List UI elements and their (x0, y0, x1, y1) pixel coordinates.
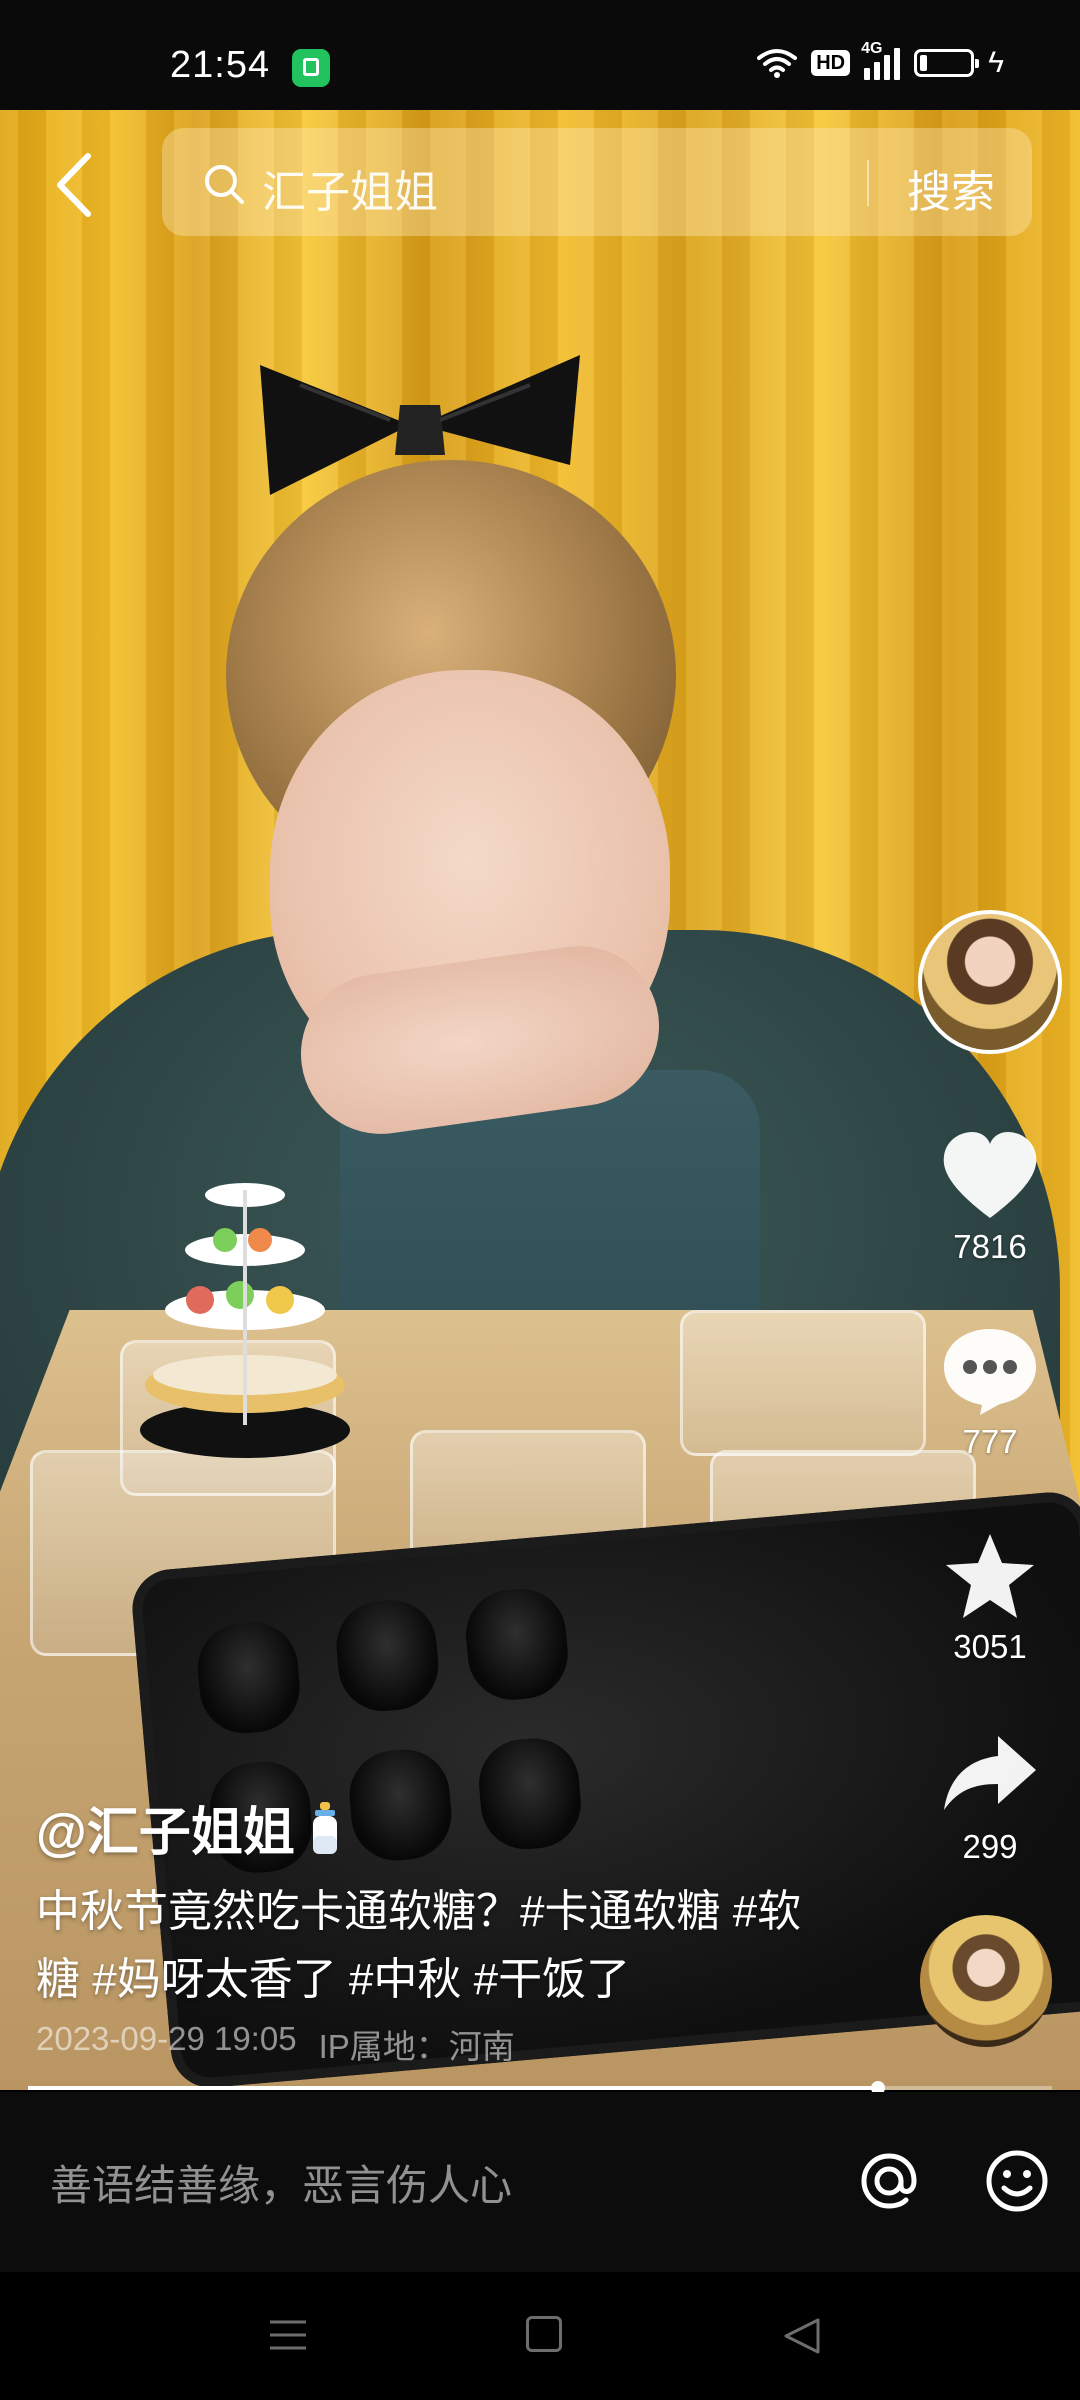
video-progress-bar[interactable] (28, 2081, 1052, 2095)
system-nav-bar (0, 2272, 1080, 2400)
comment-bar: 善语结善缘，恶言伤人心 (0, 2092, 1080, 2272)
hd-badge: HD (811, 50, 851, 76)
comment-bubble-icon (944, 1329, 1036, 1415)
network-type: 4G (861, 40, 883, 57)
home-icon[interactable] (526, 2316, 562, 2352)
recent-apps-icon[interactable] (268, 2318, 308, 2352)
share-button[interactable]: 299 (930, 1730, 1050, 1866)
hair-bow (260, 355, 580, 495)
comment-count: 777 (962, 1423, 1018, 1460)
search-divider (867, 160, 869, 206)
status-time: 21:54 (170, 44, 271, 86)
music-disc-icon[interactable] (920, 1915, 1052, 2047)
glass-container (680, 1310, 926, 1456)
status-indicators: HD 4G ϟ (757, 40, 1004, 80)
battery-icon (914, 49, 980, 77)
search-button[interactable]: 搜索 (907, 156, 995, 220)
post-caption[interactable]: 中秋节竟然吃卡通软糖？#卡通软糖 #软糖 #妈呀太香了 #中秋 #干饭了 (36, 1878, 816, 2014)
author-handle[interactable]: @汇子姐姐 (36, 1790, 295, 1865)
search-icon (205, 165, 244, 204)
charging-icon: ϟ (988, 46, 1004, 79)
ip-location: IP属地：河南 (318, 2028, 515, 2065)
smiley-icon[interactable] (984, 2148, 1050, 2214)
app-notification-icon (292, 49, 330, 87)
search-query[interactable]: 汇子姐姐 (262, 156, 438, 220)
author-avatar[interactable] (918, 910, 1062, 1054)
signal-icon: 4G (861, 40, 901, 80)
share-count: 299 (962, 1828, 1018, 1865)
search-bar[interactable]: 汇子姐姐 搜索 (162, 128, 1032, 236)
post-date: 2023-09-29 19:05 (36, 2020, 297, 2057)
share-arrow-icon (944, 1736, 1036, 1810)
like-count: 7816 (953, 1228, 1027, 1265)
favorite-count: 3051 (953, 1628, 1027, 1665)
back-chevron-icon[interactable] (50, 150, 100, 220)
nav-back-icon[interactable] (782, 2316, 822, 2356)
star-icon (946, 1534, 1034, 1618)
like-button[interactable]: 7816 (930, 1130, 1050, 1266)
wifi-icon (757, 49, 798, 78)
progress-fill (28, 2086, 878, 2090)
favorite-button[interactable]: 3051 (930, 1530, 1050, 1666)
post-meta: 2023-09-29 19:05 IP属地：河南 (36, 2020, 515, 2068)
comment-input[interactable]: 善语结善缘，恶言伤人心 (50, 2152, 512, 2213)
comment-button[interactable]: 777 (930, 1325, 1050, 1461)
at-icon[interactable] (856, 2148, 922, 2214)
baby-bottle-icon (312, 1801, 337, 1854)
status-bar: 21:54 HD 4G ϟ (0, 0, 1080, 110)
author-name[interactable]: @汇子姐姐 (36, 1790, 345, 1865)
mini-cake-stand (140, 1183, 350, 1458)
heart-icon (943, 1132, 1037, 1218)
